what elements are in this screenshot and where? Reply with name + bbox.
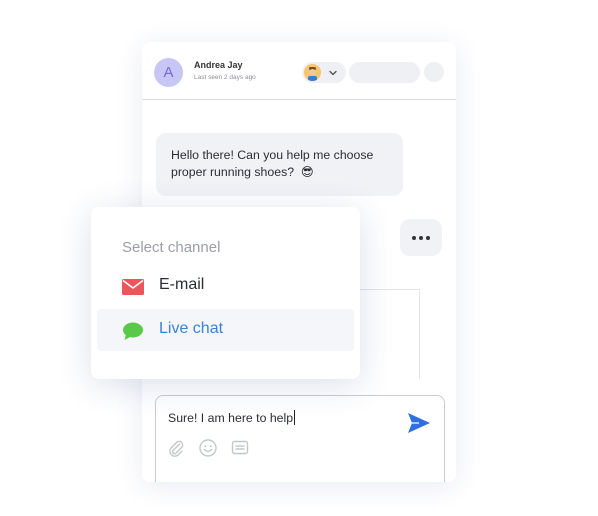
text-cursor [294,410,296,425]
typing-indicator [400,219,442,256]
paperclip-icon[interactable] [166,438,186,458]
agent-avatar [304,64,321,81]
chat-bubble-icon [123,322,143,340]
sunglasses-emoji: 😎 [300,165,314,179]
assignee-dropdown[interactable] [302,62,346,83]
incoming-message: Hello there! Can you help me choose prop… [156,133,403,196]
chat-header: A Andrea Jay Last seen 2 days ago [142,42,456,100]
option-label-live-chat: Live chat [159,320,224,337]
header-action-button[interactable] [424,62,444,82]
option-label-email: E-mail [159,276,205,293]
message-line-1: Hello there! Can you help me choose [171,148,374,162]
message-composer[interactable]: Sure! I am here to help [155,395,445,482]
popup-heading: Select channel [122,239,221,256]
send-icon[interactable] [406,410,432,436]
contact-name: Andrea Jay [194,60,243,70]
typing-dot [419,235,423,240]
channel-option-live-chat[interactable]: Live chat [97,309,354,351]
avatar: A [154,58,183,87]
typing-dot [426,235,430,240]
channel-option-email[interactable]: E-mail [97,265,354,307]
envelope-icon [122,279,144,295]
select-channel-popup: Select channel E-mail Live chat [91,207,360,379]
last-seen-status: Last seen 2 days ago [194,74,256,81]
composer-input[interactable]: Sure! I am here to help [168,410,296,425]
canned-responses-icon[interactable] [230,438,250,458]
typing-dot [412,235,416,240]
header-action-pill[interactable] [349,62,420,83]
message-line-2: proper running shoes? [171,165,295,179]
chevron-down-icon [329,70,337,76]
composer-text: Sure! I am here to help [168,411,294,425]
smiley-icon[interactable] [198,438,218,458]
